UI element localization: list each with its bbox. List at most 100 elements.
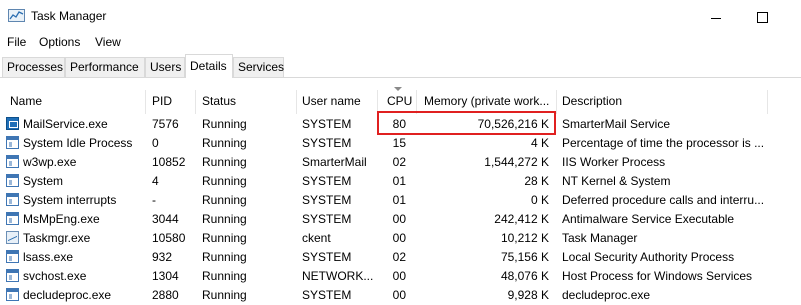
column-header-status[interactable]: Status — [202, 94, 236, 108]
cell-user: ckent — [302, 231, 331, 245]
cell-description: decludeproc.exe — [562, 288, 651, 302]
cell-status: Running — [202, 155, 247, 169]
menu-options[interactable]: Options — [39, 35, 80, 49]
cell-cpu: 00 — [392, 231, 406, 245]
cell-pid: 0 — [152, 136, 159, 150]
cell-memory: 10,212 K — [500, 231, 549, 245]
cell-name: svchost.exe — [23, 269, 87, 283]
cell-user: SYSTEM — [302, 288, 352, 302]
cell-user: SmarterMail — [302, 155, 367, 169]
cell-status: Running — [202, 288, 247, 302]
cell-name: System interrupts — [23, 193, 117, 207]
window-title: Task Manager — [31, 9, 107, 23]
table-row[interactable]: System 4 Running SYSTEM 01 28 K NT Kernel & Sy… — [0, 172, 801, 191]
minimize-icon — [711, 17, 721, 19]
cell-status: Running — [202, 136, 247, 150]
cell-memory: 4 K — [530, 136, 549, 150]
cell-cpu: 15 — [392, 136, 406, 150]
cell-description: Local Security Authority Process — [562, 250, 735, 264]
column-header-name[interactable]: Name — [10, 94, 42, 108]
cell-name: MailService.exe — [23, 117, 108, 131]
task-manager-icon — [8, 9, 25, 22]
cell-cpu: 00 — [392, 269, 406, 283]
cell-status: Running — [202, 117, 247, 131]
taskmgr-icon — [6, 231, 19, 244]
cell-description: IIS Worker Process — [562, 155, 666, 169]
cpu-memory-highlight-box — [377, 111, 556, 135]
cell-user: SYSTEM — [302, 174, 352, 188]
column-header-memory[interactable]: Memory (private work... — [424, 94, 549, 108]
cell-name: Taskmgr.exe — [23, 231, 91, 245]
cell-status: Running — [202, 250, 247, 264]
tab-processes[interactable]: Processes — [2, 57, 65, 77]
cell-cpu: 01 — [392, 174, 406, 188]
table-row[interactable]: System interrupts - Running SYSTEM 01 0 K Defe… — [0, 191, 801, 210]
column-divider[interactable] — [195, 90, 196, 114]
maximize-button[interactable] — [748, 6, 776, 28]
column-divider[interactable] — [145, 90, 146, 114]
tab-users[interactable]: Users — [145, 57, 185, 77]
cell-user: SYSTEM — [302, 136, 352, 150]
cell-description: NT Kernel & System — [562, 174, 671, 188]
table-row[interactable]: MsMpEng.exe 3044 Running SYSTEM 00 242,412 K A… — [0, 210, 801, 229]
process-icon — [6, 136, 19, 149]
process-icon — [6, 174, 19, 187]
tab-performance[interactable]: Performance — [65, 57, 145, 77]
cell-cpu: 02 — [392, 250, 406, 264]
process-icon — [6, 288, 19, 301]
column-divider[interactable] — [296, 90, 297, 114]
cell-memory: 28 K — [524, 174, 549, 188]
process-icon — [6, 155, 19, 168]
minimize-button[interactable] — [702, 6, 730, 28]
table-row[interactable]: Taskmgr.exe 10580 Running ckent 00 10,212 K Ta… — [0, 229, 801, 248]
mail-icon — [6, 117, 19, 130]
cell-pid: 7576 — [152, 117, 179, 131]
cell-pid: 10580 — [152, 231, 186, 245]
process-icon — [6, 212, 19, 225]
tab-divider — [0, 77, 801, 78]
menu-bar: File Options View — [0, 33, 801, 52]
column-header-pid[interactable]: PID — [152, 94, 172, 108]
cell-cpu: 00 — [392, 212, 406, 226]
cell-user: SYSTEM — [302, 193, 352, 207]
column-divider[interactable] — [767, 90, 768, 114]
process-icon — [6, 250, 19, 263]
table-row[interactable]: lsass.exe 932 Running SYSTEM 02 75,156 K Local… — [0, 248, 801, 267]
cell-status: Running — [202, 174, 247, 188]
column-header-user[interactable]: User name — [302, 94, 361, 108]
table-row[interactable]: System Idle Process 0 Running SYSTEM 15 4 K Pe… — [0, 134, 801, 153]
cell-cpu: 01 — [392, 193, 406, 207]
cell-description: Task Manager — [562, 231, 638, 245]
cell-name: w3wp.exe — [23, 155, 77, 169]
cell-pid: 1304 — [152, 269, 179, 283]
cell-pid: 4 — [152, 174, 159, 188]
column-header-description[interactable]: Description — [562, 94, 622, 108]
table-row[interactable]: w3wp.exe 10852 Running SmarterMail 02 1,544,2… — [0, 153, 801, 172]
title-bar: Task Manager — [0, 0, 801, 32]
cell-description: Antimalware Service Executable — [562, 212, 735, 226]
table-row[interactable]: svchost.exe 1304 Running NETWORK... 00 48,076… — [0, 267, 801, 286]
menu-file[interactable]: File — [7, 35, 26, 49]
cell-pid: 10852 — [152, 155, 186, 169]
cell-memory: 1,544,272 K — [484, 155, 549, 169]
menu-view[interactable]: View — [95, 35, 121, 49]
sort-descending-icon — [394, 87, 402, 91]
cell-description: SmarterMail Service — [562, 117, 671, 131]
cell-memory: 48,076 K — [500, 269, 549, 283]
cell-cpu: 00 — [392, 288, 406, 302]
cell-pid: - — [152, 193, 156, 207]
cell-pid: 932 — [152, 250, 173, 264]
column-header-cpu[interactable]: CPU — [387, 94, 412, 108]
tab-services[interactable]: Services — [233, 57, 284, 77]
cell-description: Deferred procedure calls and interru... — [562, 193, 765, 207]
tab-details[interactable]: Details — [185, 54, 233, 78]
cell-status: Running — [202, 193, 247, 207]
table-row[interactable]: decludeproc.exe 2880 Running SYSTEM 00 9,928 … — [0, 286, 801, 305]
cell-memory: 242,412 K — [494, 212, 549, 226]
maximize-icon — [756, 11, 768, 23]
cell-name: lsass.exe — [23, 250, 74, 264]
tab-strip: Processes Performance Users Details Serv… — [0, 54, 801, 78]
cell-status: Running — [202, 269, 247, 283]
column-divider[interactable] — [556, 90, 557, 114]
cell-user: SYSTEM — [302, 117, 352, 131]
